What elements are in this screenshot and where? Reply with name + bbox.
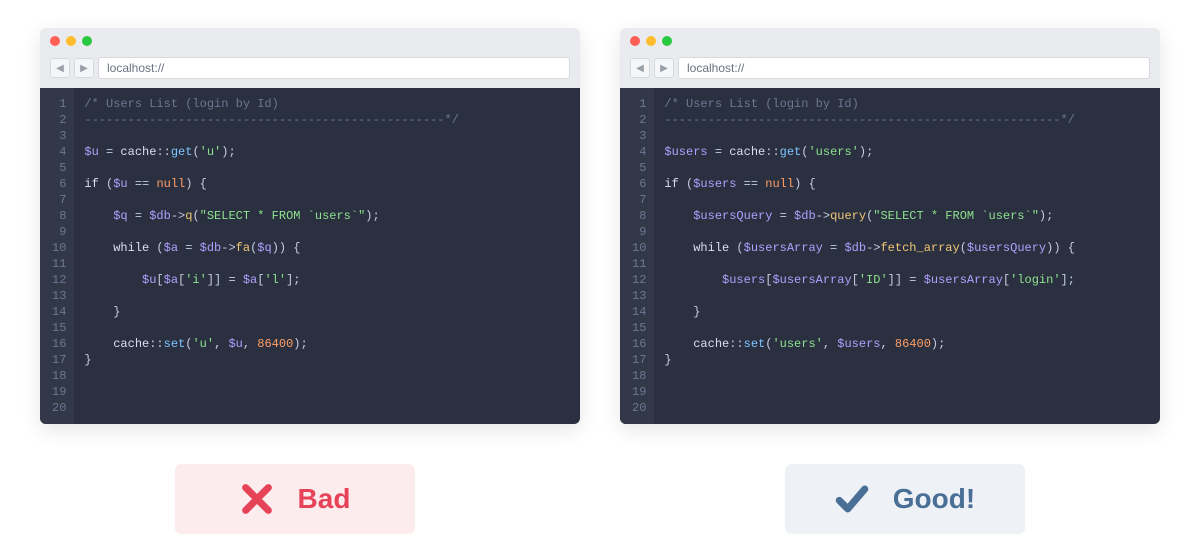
panels-row: ◀ ▶ localhost:// 12345678910111213141516… [40,28,1160,424]
forward-button[interactable]: ▶ [74,58,94,78]
browser-toolbar: ◀ ▶ localhost:// [620,54,1160,88]
good-badge-label: Good! [893,483,975,515]
good-badge: Good! [785,464,1025,534]
window-titlebar [40,28,580,54]
line-number-gutter: 1234567891011121314151617181920 [620,88,654,424]
traffic-light-max-icon[interactable] [662,36,672,46]
url-bar[interactable]: localhost:// [678,57,1150,79]
panel-good: ◀ ▶ localhost:// 12345678910111213141516… [620,28,1160,424]
traffic-light-close-icon[interactable] [50,36,60,46]
line-number-gutter: 1234567891011121314151617181920 [40,88,74,424]
back-button[interactable]: ◀ [50,58,70,78]
bad-badge: Bad [175,464,415,534]
back-button[interactable]: ◀ [630,58,650,78]
traffic-light-max-icon[interactable] [82,36,92,46]
browser-toolbar: ◀ ▶ localhost:// [40,54,580,88]
traffic-light-min-icon[interactable] [66,36,76,46]
code-content: /* Users List (login by Id)-------------… [74,88,468,424]
url-bar[interactable]: localhost:// [98,57,570,79]
cross-icon [240,482,274,516]
bad-badge-label: Bad [298,483,351,515]
code-editor: 1234567891011121314151617181920 /* Users… [40,88,580,424]
traffic-light-close-icon[interactable] [630,36,640,46]
badges-row: Bad Good! [175,464,1025,534]
window-titlebar [620,28,1160,54]
code-content: /* Users List (login by Id)-------------… [654,88,1085,424]
traffic-light-min-icon[interactable] [646,36,656,46]
forward-button[interactable]: ▶ [654,58,674,78]
panel-bad: ◀ ▶ localhost:// 12345678910111213141516… [40,28,580,424]
check-icon [835,482,869,516]
code-editor: 1234567891011121314151617181920 /* Users… [620,88,1160,424]
